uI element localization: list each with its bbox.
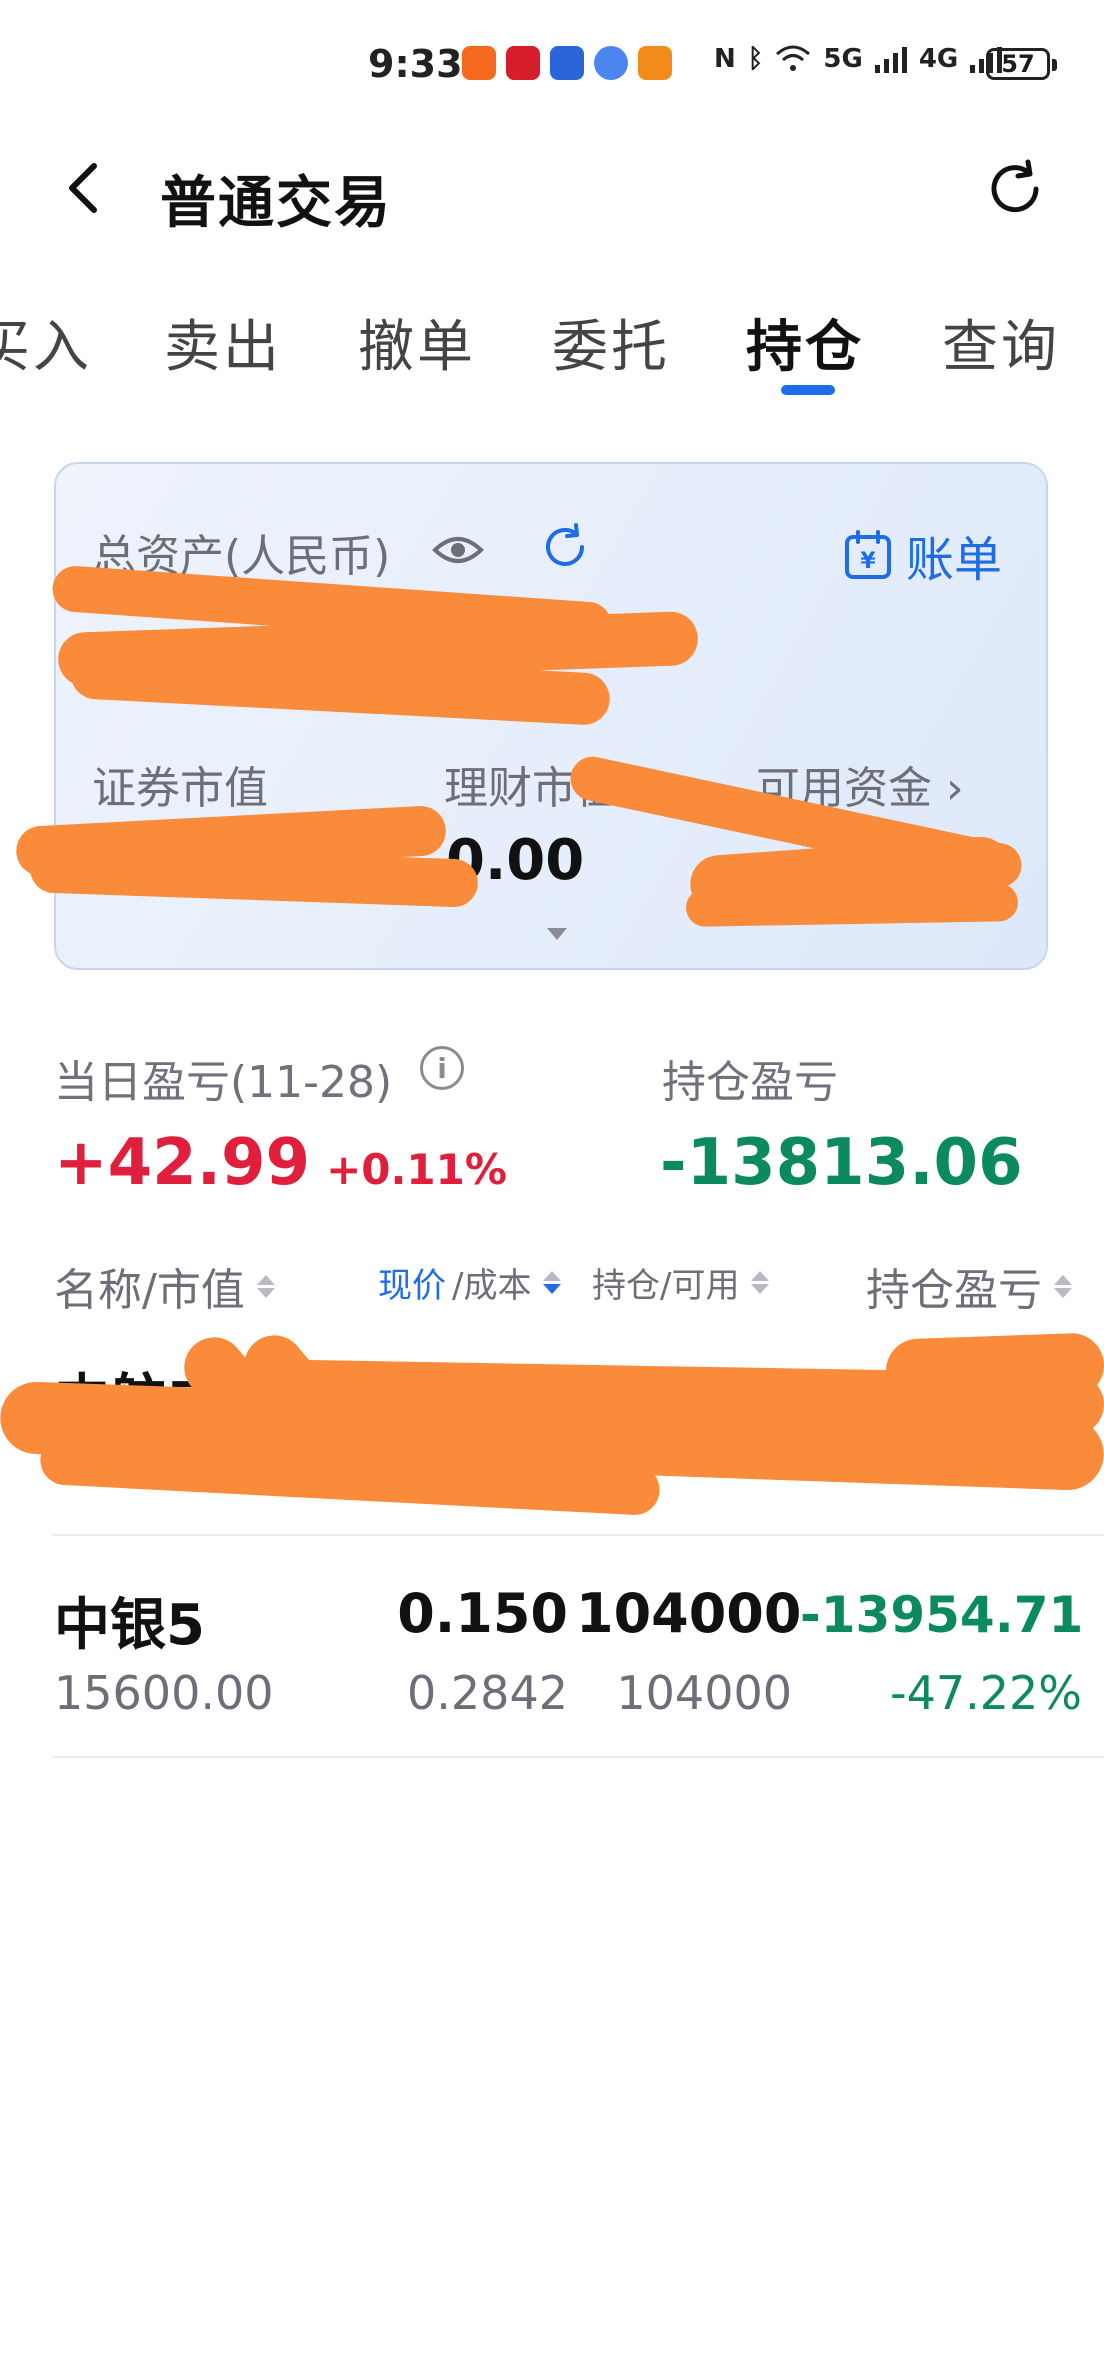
status-time: 9:33 xyxy=(368,42,463,86)
position-pnl-label: 持仓盈亏 xyxy=(662,1057,838,1108)
daily-pnl-label: 当日盈亏(11-28) xyxy=(54,1057,393,1108)
bill-label: 账单 xyxy=(906,532,1003,588)
orange-app-icon xyxy=(638,46,672,80)
header-position-available[interactable]: 持仓/可用 xyxy=(592,1258,770,1307)
wifi-icon xyxy=(776,45,811,71)
header-price-current: 现价 xyxy=(378,1266,446,1306)
row-divider xyxy=(52,1534,1104,1536)
asset-refresh-icon[interactable] xyxy=(540,522,590,572)
signal-4g: 4G xyxy=(918,44,959,74)
tab-cancel[interactable]: 撤单 xyxy=(358,302,476,383)
daily-pnl: +42.99 +0.11% xyxy=(54,1126,507,1200)
daily-pnl-percent: +0.11% xyxy=(326,1145,507,1194)
row2-market-value: 15600.00 xyxy=(54,1666,274,1720)
row2-stock-name[interactable]: 中银5 xyxy=(54,1580,205,1661)
row2-cost: 0.2842 xyxy=(407,1666,568,1720)
daily-pnl-value: +42.99 xyxy=(54,1126,311,1200)
blue-app-icon xyxy=(550,46,584,80)
back-arrow-icon[interactable] xyxy=(56,158,116,218)
tab-buy[interactable]: 买入 xyxy=(0,302,92,383)
page-title: 普通交易 xyxy=(160,171,392,236)
row2-pnl: -13954.71 xyxy=(800,1586,1084,1644)
header-name-value-text: 名称/市值 xyxy=(54,1265,245,1316)
signal-5g: 5G xyxy=(823,44,863,74)
calendar-yen-icon: ¥ xyxy=(845,530,891,579)
header-position-available-text: 持仓/可用 xyxy=(592,1266,740,1306)
red-app-icon xyxy=(506,46,540,80)
sort-icon xyxy=(1054,1274,1072,1298)
row2-available: 104000 xyxy=(616,1666,792,1720)
refresh-icon[interactable] xyxy=(984,158,1046,220)
active-tab-indicator xyxy=(781,385,835,395)
securities-value-label: 证券市值 xyxy=(92,763,268,814)
battery-indicator: 57 xyxy=(986,48,1057,80)
redaction-mark xyxy=(884,1332,1104,1404)
music-app-icon xyxy=(594,46,628,80)
sort-desc-icon xyxy=(543,1271,562,1294)
tab-orders[interactable]: 委托 xyxy=(552,302,670,383)
info-icon[interactable]: i xyxy=(420,1046,464,1090)
expand-caret-icon[interactable] xyxy=(545,926,569,942)
tab-query[interactable]: 查询 xyxy=(942,302,1060,383)
position-pnl-value: -13813.06 xyxy=(660,1126,1023,1200)
signal-bars-icon xyxy=(874,47,907,73)
system-icons: N ᛒ 5G 4G xyxy=(714,44,1003,74)
header-price-cost[interactable]: 现价/成本 xyxy=(378,1258,562,1307)
chevron-right-icon: › xyxy=(932,763,964,814)
sort-icon xyxy=(256,1274,275,1298)
sort-icon xyxy=(751,1271,770,1294)
notification-icons xyxy=(462,46,672,80)
redaction-mark xyxy=(685,883,1019,927)
svg-text:¥: ¥ xyxy=(860,549,876,574)
row2-pnl-percent: -47.22% xyxy=(890,1666,1082,1720)
bluetooth-icon: ᛒ xyxy=(747,44,764,74)
tab-sell[interactable]: 卖出 xyxy=(164,302,282,383)
nfc-icon: N xyxy=(714,44,736,74)
eye-icon[interactable] xyxy=(432,524,484,576)
row2-price: 0.150 xyxy=(397,1582,568,1645)
header-position-pnl-text: 持仓盈亏 xyxy=(866,1265,1042,1316)
taobao-app-icon xyxy=(462,46,496,80)
header-name-value[interactable]: 名称/市值 xyxy=(54,1254,275,1318)
row2-position: 104000 xyxy=(576,1582,802,1645)
header-cost: /成本 xyxy=(452,1266,532,1306)
header-position-pnl[interactable]: 持仓盈亏 xyxy=(866,1254,1072,1318)
row-divider xyxy=(52,1756,1104,1758)
tab-positions[interactable]: 持仓 xyxy=(746,302,864,383)
bill-button[interactable]: ¥ 账单 xyxy=(844,520,1002,590)
